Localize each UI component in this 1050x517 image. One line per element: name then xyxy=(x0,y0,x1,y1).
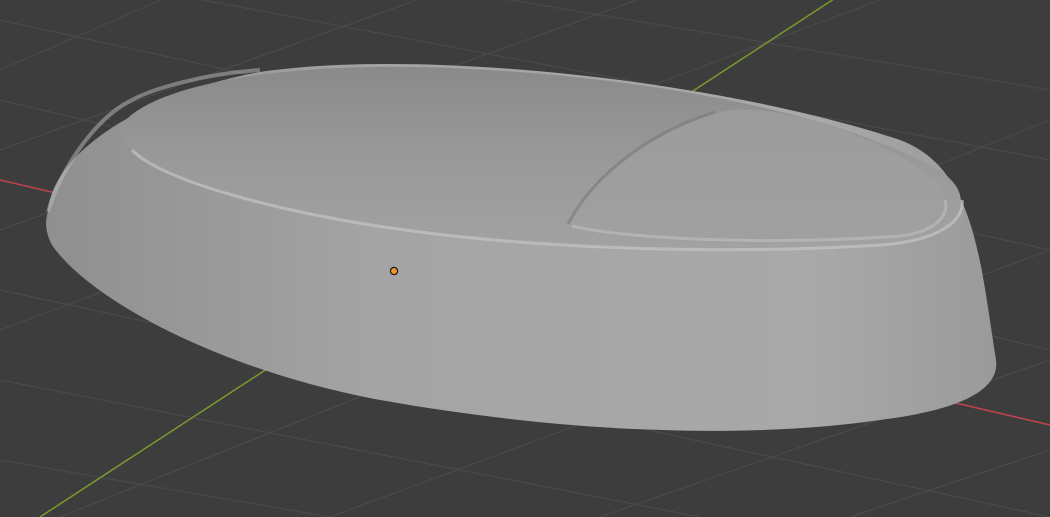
3d-viewport[interactable] xyxy=(0,0,1050,517)
object-origin-marker[interactable] xyxy=(389,266,399,276)
viewport-canvas[interactable] xyxy=(0,0,1050,517)
mesh-object[interactable] xyxy=(46,63,997,431)
